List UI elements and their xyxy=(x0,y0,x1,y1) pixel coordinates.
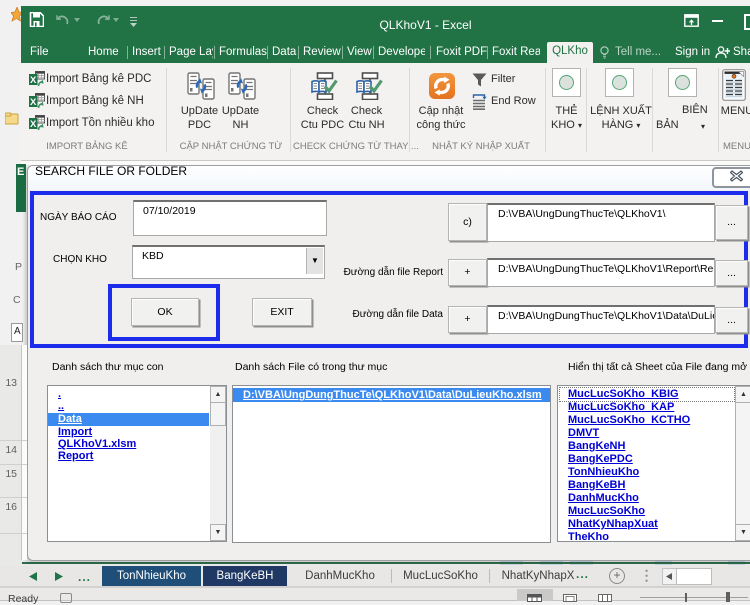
svg-text:X: X xyxy=(30,97,37,108)
svg-text:X: X xyxy=(30,119,37,130)
svg-text:X: X xyxy=(30,75,37,86)
